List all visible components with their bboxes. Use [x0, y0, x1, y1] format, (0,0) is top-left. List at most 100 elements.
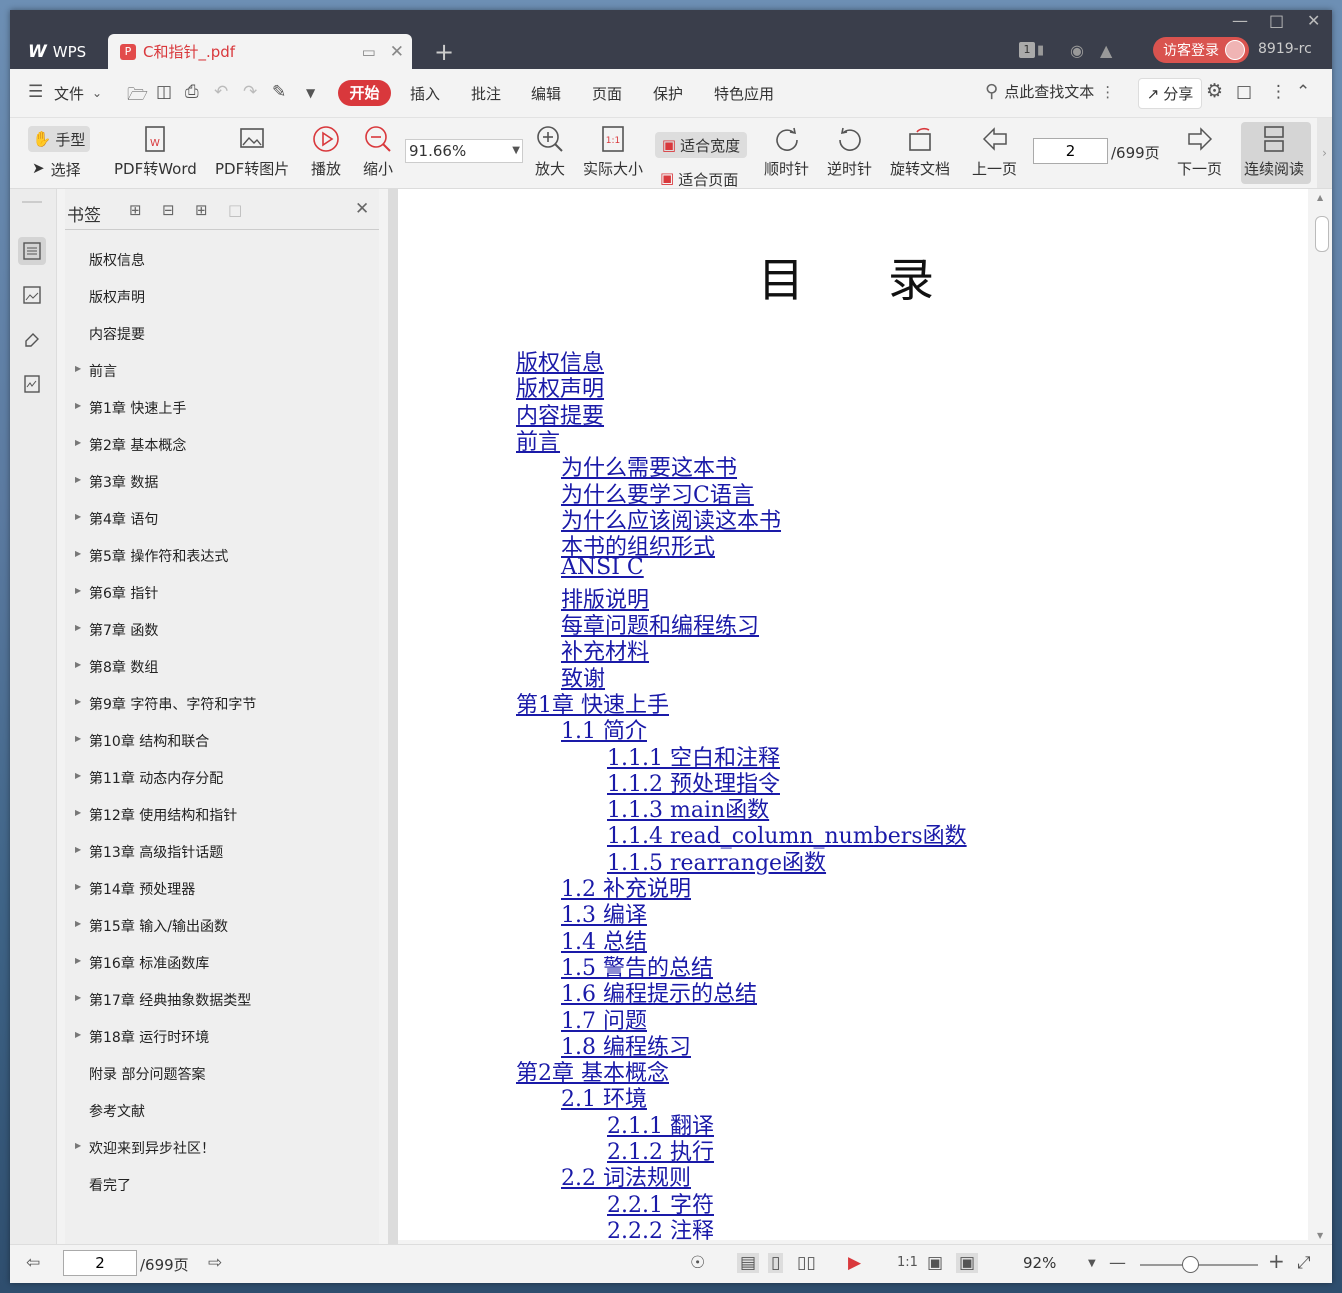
expand-arrow-icon[interactable]: ▶: [75, 549, 81, 558]
export-icon[interactable]: ✎: [272, 82, 286, 102]
expand-arrow-icon[interactable]: ▶: [75, 512, 81, 521]
page-number-input[interactable]: 2: [1033, 138, 1108, 164]
bookmark-item[interactable]: ▶ 第14章 预处理器: [65, 870, 379, 907]
expand-arrow-icon[interactable]: ▶: [75, 845, 81, 854]
bookmark-item[interactable]: 内容提要: [65, 315, 379, 352]
bookmark-item[interactable]: ▶ 第16章 标准函数库: [65, 944, 379, 981]
chat-icon[interactable]: □: [1236, 82, 1252, 102]
bookmark-item[interactable]: ▶ 第6章 指针: [65, 574, 379, 611]
vertical-scrollbar[interactable]: ▲ ▼: [1310, 189, 1332, 1244]
expand-arrow-icon[interactable]: ▶: [75, 586, 81, 595]
expand-arrow-icon[interactable]: ▶: [75, 1141, 81, 1150]
tab-edit[interactable]: 编辑: [531, 83, 561, 104]
bookmark-item[interactable]: ▶ 前言: [65, 352, 379, 389]
expand-arrow-icon[interactable]: ▶: [75, 364, 81, 373]
bookmark-item[interactable]: ▶ 第17章 经典抽象数据类型: [65, 981, 379, 1018]
zoom-slider-knob[interactable]: [1182, 1256, 1199, 1273]
zoom-slider-track[interactable]: [1140, 1264, 1258, 1266]
play-slideshow-icon[interactable]: ▶: [848, 1253, 861, 1273]
window-count[interactable]: 1 ▮: [1019, 38, 1044, 62]
expand-arrow-icon[interactable]: ▶: [75, 697, 81, 706]
fit-width-status-icon[interactable]: ▣: [956, 1253, 979, 1273]
expand-arrow-icon[interactable]: ▶: [75, 734, 81, 743]
expand-arrow-icon[interactable]: ▶: [75, 401, 81, 410]
bookmark-item[interactable]: ▶ 第9章 字符串、字符和字节: [65, 685, 379, 722]
expand-arrow-icon[interactable]: ▶: [75, 882, 81, 891]
more-icon[interactable]: ⋮: [1270, 82, 1287, 102]
bookmark-item[interactable]: ▶ 第15章 输入/输出函数: [65, 907, 379, 944]
prev-page-button[interactable]: 上一页: [972, 122, 1017, 179]
actual-size-status-icon[interactable]: 1:1: [897, 1255, 918, 1270]
hand-tool-button[interactable]: ✋ 手型: [28, 126, 90, 152]
annotation-panel-icon[interactable]: [18, 326, 46, 354]
shirt-icon[interactable]: ▲: [1100, 38, 1112, 62]
tab-comment[interactable]: 批注: [471, 83, 501, 104]
bookmark-item[interactable]: 版权声明: [65, 278, 379, 315]
bookmark-item[interactable]: ▶ 第3章 数据: [65, 463, 379, 500]
scrollbar-thumb[interactable]: [1315, 216, 1329, 252]
toc-link[interactable]: 前言: [516, 424, 560, 456]
document-tab[interactable]: P C和指针_.pdf ▭ ✕: [108, 34, 412, 69]
expand-arrow-icon[interactable]: ▶: [75, 993, 81, 1002]
bookmark-item[interactable]: ▶ 第8章 数组: [65, 648, 379, 685]
bookmark-item[interactable]: ▶ 第5章 操作符和表达式: [65, 537, 379, 574]
status-next-page-icon[interactable]: ⇨: [208, 1253, 222, 1273]
fit-page-button[interactable]: ▣ 适合页面: [660, 169, 738, 190]
zoom-dropdown-status-icon[interactable]: ▼: [1088, 1258, 1096, 1269]
toc-link[interactable]: ANSI C: [561, 555, 644, 580]
bookmark-item[interactable]: ▶ 第7章 函数: [65, 611, 379, 648]
fullscreen-icon[interactable]: ⤢: [1297, 1253, 1311, 1273]
next-page-button[interactable]: 下一页: [1177, 122, 1222, 179]
bookmark-item[interactable]: ▶ 第18章 运行时环境: [65, 1018, 379, 1055]
zoom-select[interactable]: 91.66% ▼: [405, 139, 523, 163]
expand-arrow-icon[interactable]: ▶: [75, 660, 81, 669]
zoom-out-button[interactable]: 缩小: [361, 122, 395, 179]
expand-arrow-icon[interactable]: ▶: [75, 475, 81, 484]
bookmark-item[interactable]: 看完了: [65, 1166, 379, 1203]
chevron-down-icon[interactable]: ⌄: [92, 86, 102, 100]
hamburger-icon[interactable]: ☰: [28, 82, 43, 102]
screen-icon[interactable]: ▭: [362, 43, 376, 61]
bookmark-item[interactable]: 参考文献: [65, 1092, 379, 1129]
login-button[interactable]: 访客登录: [1153, 37, 1249, 63]
redo-icon[interactable]: ↷: [243, 82, 257, 102]
bookmark-item[interactable]: ▶ 第13章 高级指针话题: [65, 833, 379, 870]
eye-protection-icon[interactable]: ☉: [690, 1253, 705, 1273]
bookmark-item[interactable]: ▶ 第10章 结构和联合: [65, 722, 379, 759]
bookmark-item[interactable]: 版权信息: [65, 241, 379, 278]
collapse-all-icon[interactable]: ⊟: [162, 201, 175, 219]
minimize-icon[interactable]: —: [1232, 11, 1248, 30]
select-tool-button[interactable]: ➤ 选择: [32, 159, 81, 180]
actual-size-button[interactable]: 1:1 实际大小: [583, 122, 643, 179]
pdf-to-image-button[interactable]: PDF转图片: [215, 122, 289, 179]
expand-arrow-icon[interactable]: ▶: [75, 623, 81, 632]
delete-bookmark-icon[interactable]: □: [228, 201, 242, 219]
gear-icon[interactable]: ⚙: [1206, 80, 1223, 102]
expand-all-icon[interactable]: ⊞: [129, 201, 142, 219]
two-page-view-icon[interactable]: ▯▯: [797, 1253, 816, 1273]
maximize-icon[interactable]: □: [1269, 11, 1284, 30]
new-tab-icon[interactable]: +: [434, 38, 454, 66]
tab-protect[interactable]: 保护: [653, 83, 683, 104]
fit-width-button[interactable]: ▣ 适合宽度: [655, 132, 747, 158]
rotate-document-button[interactable]: 旋转文档: [890, 122, 950, 179]
bookmark-item[interactable]: ▶ 第1章 快速上手: [65, 389, 379, 426]
bookmark-item[interactable]: ▶ 第2章 基本概念: [65, 426, 379, 463]
rotate-counterclockwise-button[interactable]: 逆时针: [827, 122, 872, 179]
file-menu[interactable]: 文件: [54, 83, 84, 104]
bookmark-item[interactable]: 附录 部分问题答案: [65, 1055, 379, 1092]
signature-panel-icon[interactable]: [18, 370, 46, 398]
bookmark-item[interactable]: ▶ 第11章 动态内存分配: [65, 759, 379, 796]
close-tab-icon[interactable]: ✕: [390, 42, 404, 62]
pdf-to-word-button[interactable]: W PDF转Word: [114, 122, 197, 179]
single-page-view-icon[interactable]: ▯: [768, 1253, 784, 1273]
zoom-in-button[interactable]: 放大: [533, 122, 567, 179]
bookmark-item[interactable]: ▶ 第12章 使用结构和指针: [65, 796, 379, 833]
expand-arrow-icon[interactable]: ▶: [75, 919, 81, 928]
undo-icon[interactable]: ↶: [214, 82, 228, 102]
zoom-out-status-icon[interactable]: —: [1109, 1253, 1126, 1273]
expand-arrow-icon[interactable]: ▶: [75, 956, 81, 965]
save-icon[interactable]: ◫: [156, 82, 172, 102]
bookmark-item[interactable]: ▶ 第4章 语句: [65, 500, 379, 537]
open-folder-icon[interactable]: 🗁: [127, 82, 148, 111]
